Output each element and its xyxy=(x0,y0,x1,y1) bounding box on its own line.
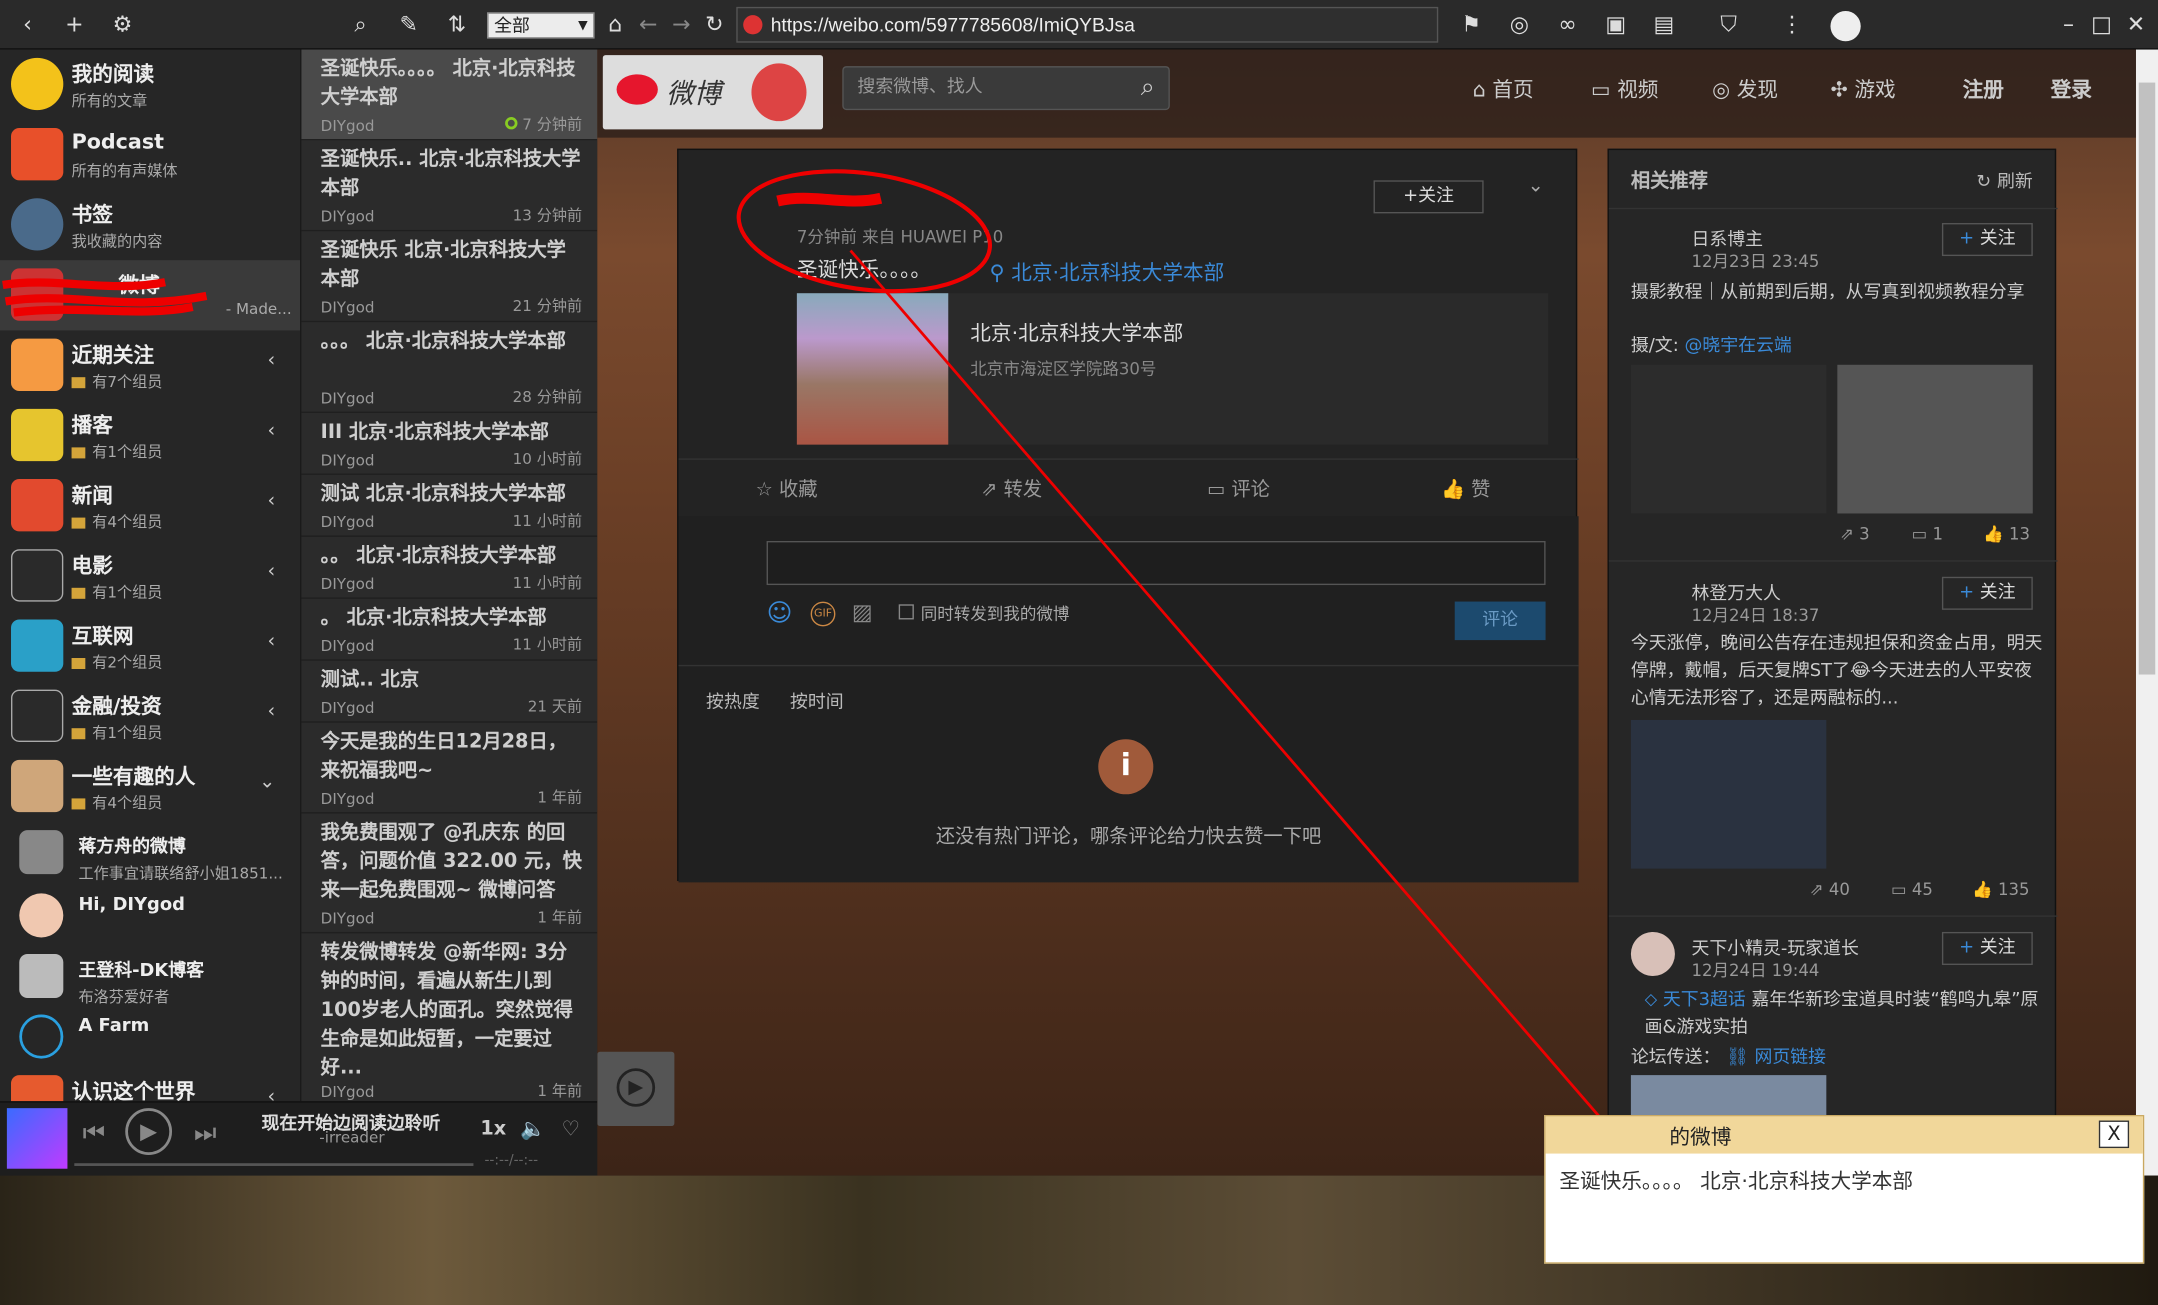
notification-popup[interactable]: 的微博 X 圣诞快乐。。。。 北京·北京科技大学本部 xyxy=(1544,1115,2145,1264)
popup-close-button[interactable]: X xyxy=(2098,1120,2130,1149)
annotation-ellipse xyxy=(736,169,993,294)
popup-body: 圣诞快乐。。。。 北京·北京科技大学本部 xyxy=(1559,1168,1914,1194)
popup-header: 的微博 X xyxy=(1545,1116,2143,1154)
redaction-scribble xyxy=(776,192,883,207)
annotation-line xyxy=(849,249,1609,1127)
popup-title: 的微博 xyxy=(1669,1124,1732,1150)
annotation-overlay xyxy=(736,169,1681,1150)
